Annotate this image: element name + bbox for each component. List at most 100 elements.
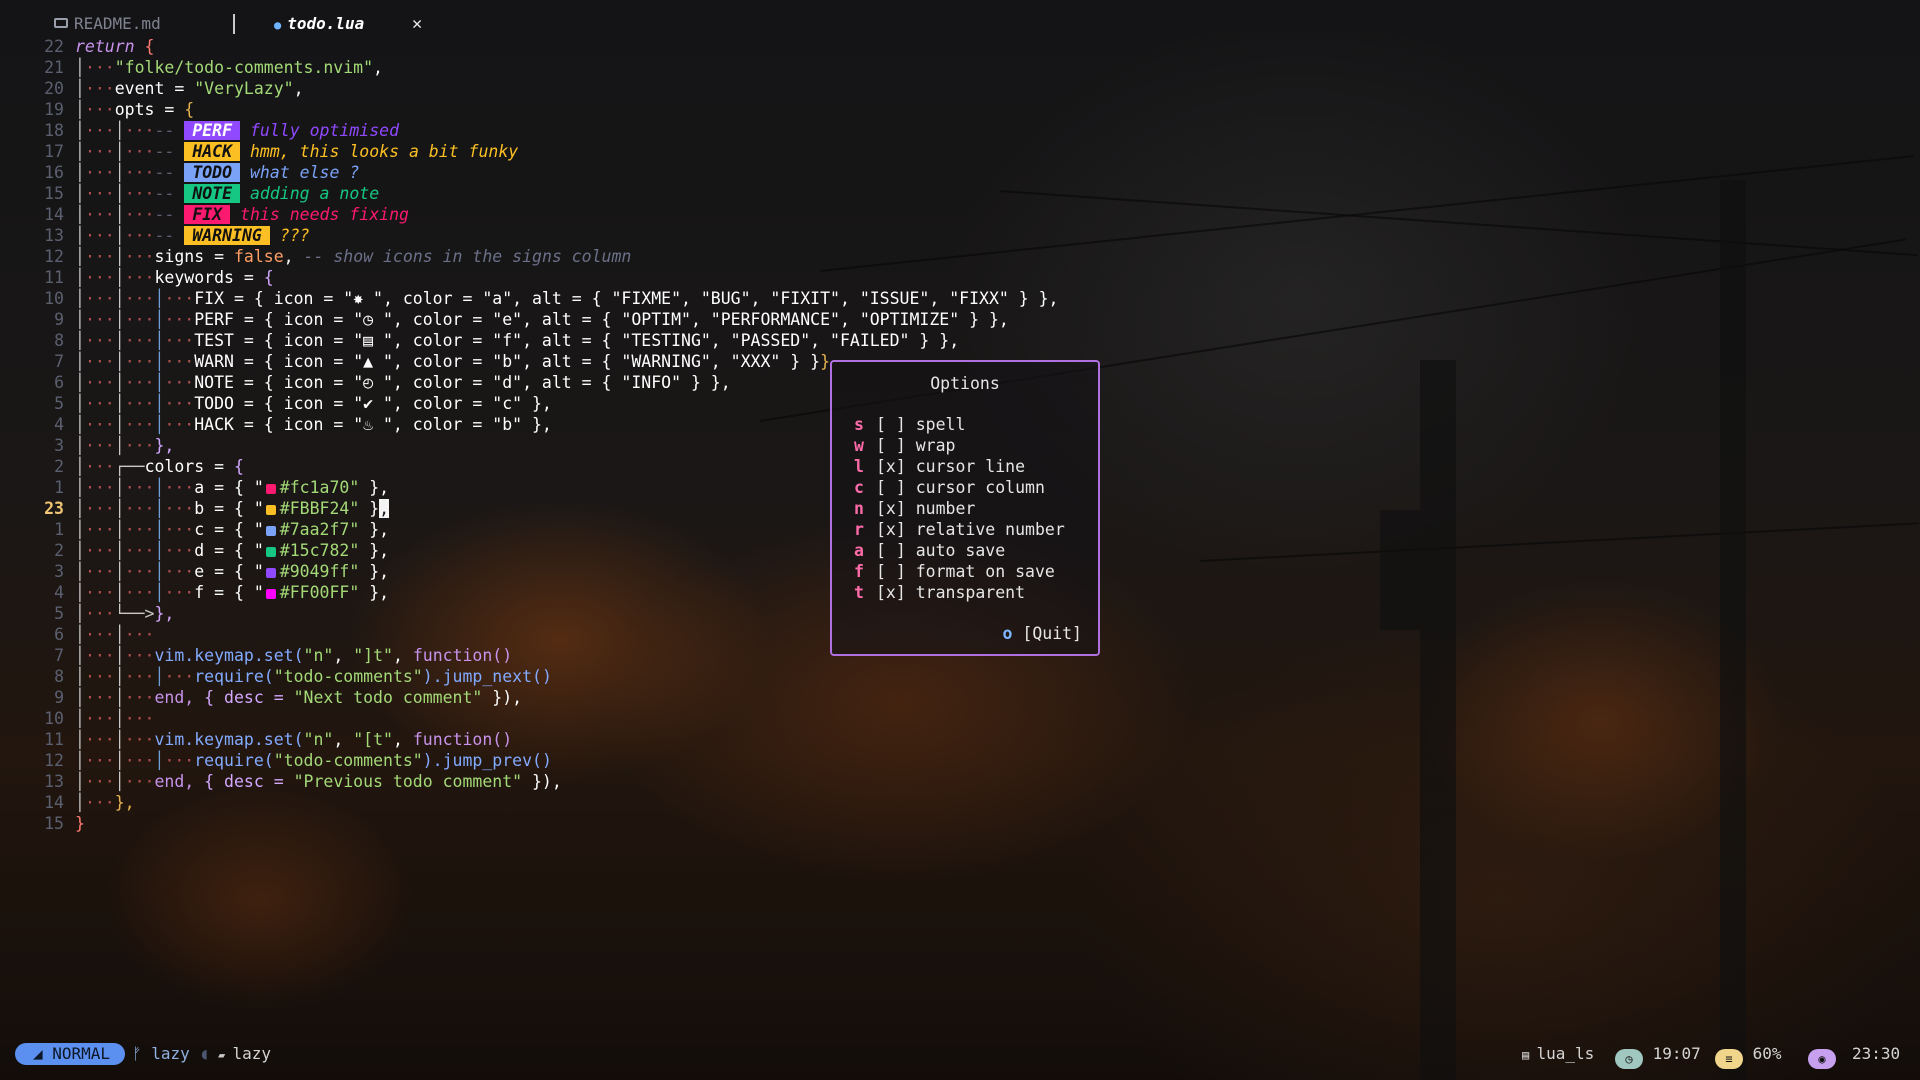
code-text: │···│··· <box>75 624 155 645</box>
code-token: │ <box>114 142 125 161</box>
code-token: #FF00FF" <box>279 583 360 602</box>
code-text: │···│···end, { desc = "Previous todo com… <box>75 771 562 792</box>
option-auto-save[interactable]: a[ ] auto save <box>854 540 1005 561</box>
code-token: ··· <box>84 772 115 791</box>
code-text: │···│···│···require("todo-comments").jum… <box>75 750 552 771</box>
option-cursor-column[interactable]: c[ ] cursor column <box>854 477 1045 498</box>
code-token: }, <box>154 436 175 455</box>
code-token: │ <box>154 310 165 329</box>
code-token: { <box>233 457 244 476</box>
code-text: │···┌──colors = { <box>75 456 244 477</box>
code-token: │ <box>114 583 125 602</box>
code-token: ··· <box>124 310 155 329</box>
code-token: function() <box>412 646 513 665</box>
code-token: -- <box>154 121 175 140</box>
code-token: "todo-comments" <box>273 751 423 770</box>
tab-todo-lua[interactable]: ● todo.lua <box>274 14 364 33</box>
line-number: 20 <box>44 79 64 98</box>
code-text: │···│···signs = false, -- show icons in … <box>75 246 631 267</box>
line-number: 17 <box>44 142 64 161</box>
code-token: #9049ff" <box>279 562 360 581</box>
code-token: }, <box>359 520 390 539</box>
tab-readme[interactable]: README.md <box>54 14 161 33</box>
code-token: TODO = { icon = "✔ ", color = "c" }, <box>194 394 552 413</box>
code-token: ··· <box>84 667 115 686</box>
code-token: ··· <box>164 541 195 560</box>
code-token: │ <box>154 373 165 392</box>
code-token: │ <box>154 394 165 413</box>
code-line: 12 │···│···signs = false, -- show icons i… <box>0 246 1100 267</box>
line-number: 12 <box>44 247 64 266</box>
code-token: keywords = <box>154 268 264 287</box>
code-token: ··· <box>84 142 115 161</box>
code-token: , <box>392 730 413 749</box>
code-token: │ <box>75 562 85 581</box>
code-token: │ <box>75 142 85 161</box>
option-spell[interactable]: s[ ] spell <box>854 414 965 435</box>
code-token: │ <box>75 457 85 476</box>
branch-icon: ᚠ <box>132 1044 152 1063</box>
code-token: │ <box>75 730 85 749</box>
code-token: , <box>333 730 354 749</box>
quit-button[interactable]: o [Quit] <box>1003 624 1082 643</box>
line-number: 4 <box>54 583 64 602</box>
code-token: │ <box>114 373 125 392</box>
code-line: 22 return { <box>0 36 1100 57</box>
code-token: ··· <box>164 667 195 686</box>
code-token: ··· <box>84 520 115 539</box>
code-token: │ <box>154 667 165 686</box>
code-token: │ <box>75 478 85 497</box>
code-line: 15 │···│···-- NOTE adding a note <box>0 183 1100 204</box>
close-tab-icon[interactable]: ✕ <box>412 14 422 34</box>
option-relative-number[interactable]: r [x] relative number <box>854 519 1065 540</box>
code-token: , <box>283 247 304 266</box>
code-token: ··· <box>164 751 195 770</box>
code-token: signs = <box>154 247 234 266</box>
code-token: │ <box>75 394 85 413</box>
code-token: │ <box>154 289 165 308</box>
color-swatch <box>265 484 276 494</box>
code-text: │···│···│···a = { " #fc1a70" }, <box>75 477 389 498</box>
code-token: return <box>75 37 135 56</box>
code-token: │ <box>75 79 85 98</box>
code-token: c = { " <box>194 520 264 539</box>
code-token: fully optimised <box>250 121 400 140</box>
option-number[interactable]: n [x] number <box>854 498 975 519</box>
code-token: ··· <box>124 436 155 455</box>
code-token: │ <box>114 121 125 140</box>
code-text: │···│···end, { desc = "Next todo comment… <box>75 687 522 708</box>
code-token: -- <box>154 142 175 161</box>
option-format-on-save[interactable]: f[ ] format on save <box>854 561 1055 582</box>
code-text: │···}, <box>75 792 135 813</box>
option-cursor-line[interactable]: l [x] cursor line <box>854 456 1025 477</box>
code-token: │ <box>75 352 85 371</box>
code-token: , <box>373 58 383 77</box>
line-number: 15 <box>44 184 64 203</box>
code-text: │···│···-- FIX this needs fixing <box>75 204 409 225</box>
code-token: "[t" <box>353 730 393 749</box>
code-text: │···opts = { <box>75 99 194 120</box>
code-text: } <box>75 813 85 834</box>
option-wrap[interactable]: w[ ] wrap <box>854 435 956 456</box>
code-token: "Previous todo comment" <box>293 772 523 791</box>
code-token: │ <box>75 709 85 728</box>
code-token: { desc = <box>204 688 294 707</box>
line-number: 12 <box>44 751 64 770</box>
line-number: 3 <box>54 562 64 581</box>
code-token: └──> <box>114 604 155 623</box>
code-text: │···│···│···b = { " #FBBF24" }, <box>75 498 390 519</box>
option-transparent[interactable]: t [x] transparent <box>854 582 1025 603</box>
file-progress: ≡ 60% <box>1715 1043 1782 1069</box>
code-token: │ <box>114 625 125 644</box>
line-number: 19 <box>44 100 64 119</box>
code-text: │···│···│···FIX = { icon = "✸ ", color =… <box>75 288 1059 309</box>
code-token: }, <box>359 478 390 497</box>
code-token: WARN = { icon = "▲ ", color = "b", alt =… <box>194 352 821 371</box>
code-token: │ <box>114 205 125 224</box>
code-token: ┌── <box>114 457 145 476</box>
code-token: { <box>144 37 155 56</box>
code-token: ··· <box>84 562 115 581</box>
code-token: #fc1a70" <box>279 478 360 497</box>
code-line: 21 │···"folke/todo-comments.nvim", <box>0 57 1100 78</box>
code-token: ··· <box>124 373 155 392</box>
